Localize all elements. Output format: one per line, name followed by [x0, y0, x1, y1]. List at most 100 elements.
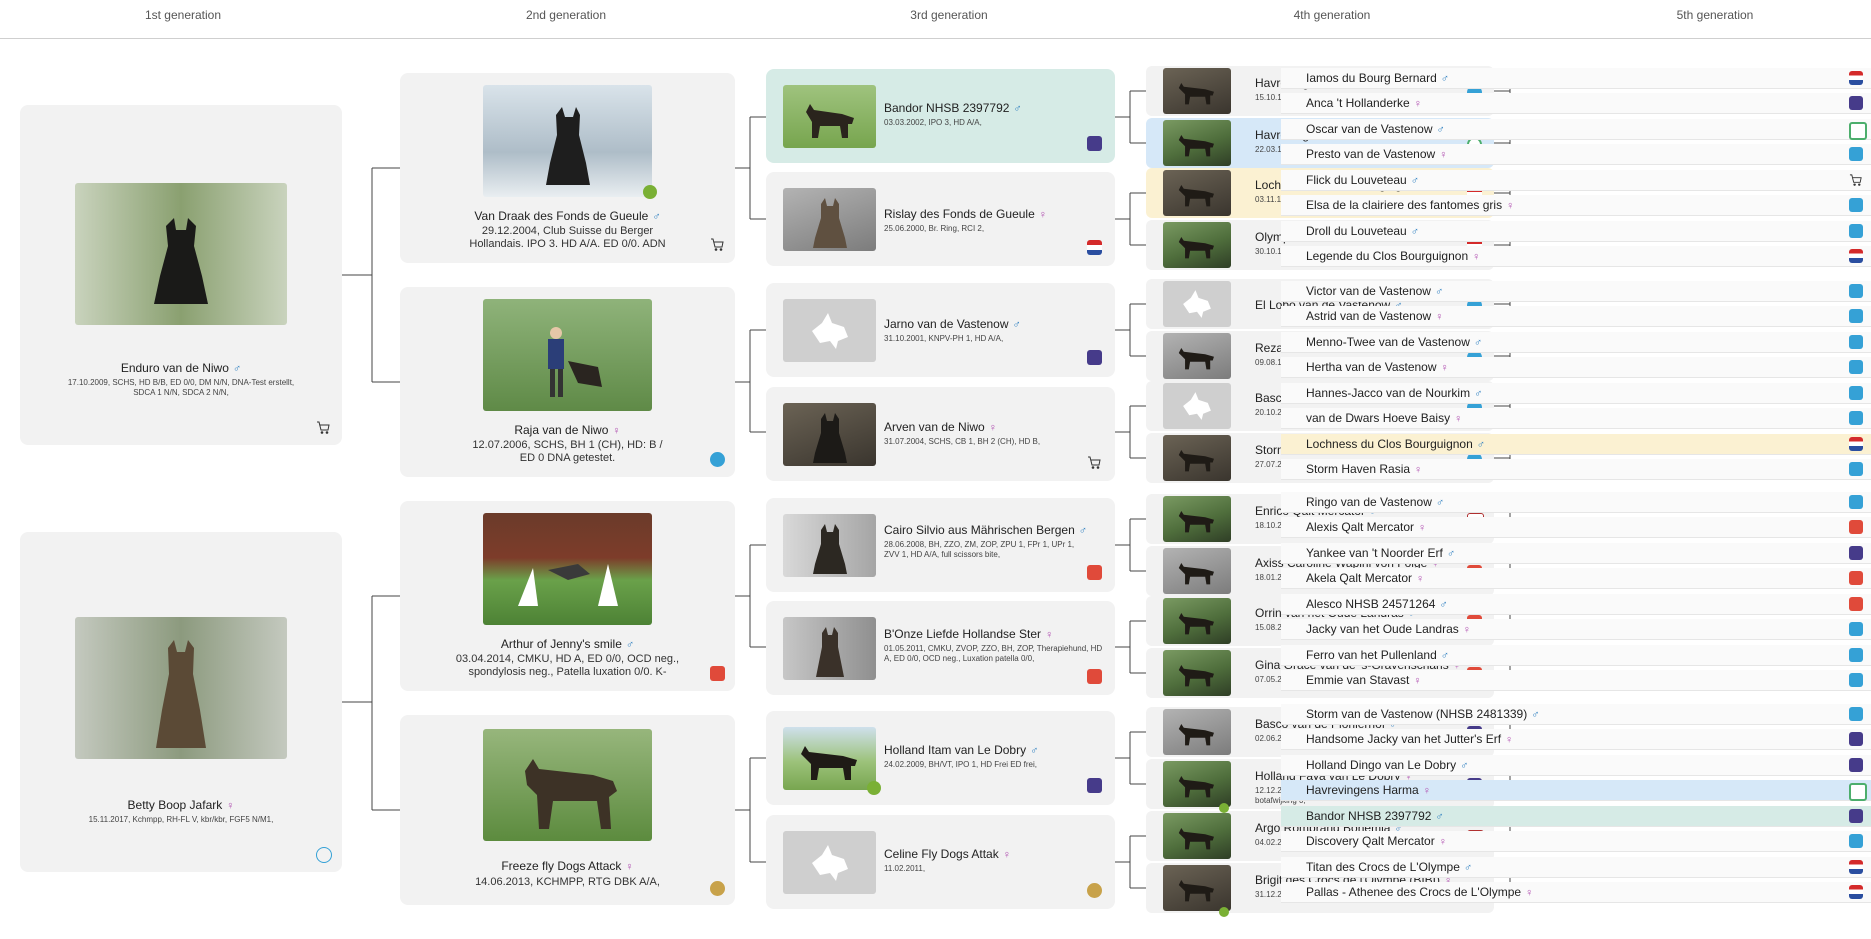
dog-name[interactable]: Yankee van 't Noorder Erf ♂	[1306, 546, 1455, 560]
cart-icon[interactable]	[1849, 173, 1863, 187]
dog-name[interactable]: Raja van de Niwo ♀	[400, 423, 735, 437]
dog-name[interactable]: Emmie van Stavast ♀	[1306, 673, 1422, 687]
club-logo-icon[interactable]	[1849, 96, 1863, 110]
gen3-card[interactable]: Cairo Silvio aus Mährischen Bergen ♂ 28.0…	[766, 498, 1115, 592]
club-logo-icon[interactable]	[1849, 597, 1863, 611]
dog-name[interactable]: Anca 't Hollanderke ♀	[1306, 96, 1422, 110]
dog-name[interactable]: Alesco NHSB 24571264 ♂	[1306, 597, 1448, 611]
club-logo-icon[interactable]	[1849, 571, 1863, 585]
gen5-row[interactable]: Iamos du Bourg Bernard ♂	[1281, 68, 1871, 89]
club-logo-icon[interactable]	[1849, 546, 1863, 560]
dog-name[interactable]: Hertha van de Vastenow ♀	[1306, 360, 1449, 374]
gen5-row[interactable]: Bandor NHSB 2397792 ♂	[1281, 806, 1871, 827]
gen5-row[interactable]: Oscar van de Vastenow ♂	[1281, 119, 1871, 140]
cart-icon[interactable]	[1087, 455, 1102, 470]
club-logo-icon[interactable]	[1849, 520, 1863, 534]
gen5-row[interactable]: Akela Qalt Mercator ♀	[1281, 568, 1871, 589]
gen2-card[interactable]: Arthur of Jenny's smile ♂ 03.04.2014, CMK…	[400, 501, 735, 691]
dog-name[interactable]: Presto van de Vastenow ♀	[1306, 147, 1447, 161]
club-logo-icon[interactable]	[1849, 860, 1863, 874]
gen3-card[interactable]: Jarno van de Vastenow ♂ 31.10.2001, KNPV-…	[766, 283, 1115, 377]
dog-name[interactable]: Droll du Louveteau ♂	[1306, 224, 1419, 238]
gen5-row[interactable]: Lochness du Clos Bourguignon ♂	[1281, 434, 1871, 455]
club-logo-icon[interactable]	[1849, 249, 1863, 263]
dog-photo[interactable]	[1163, 650, 1231, 696]
club-logo-icon[interactable]	[1087, 350, 1102, 365]
dog-name[interactable]: Victor van de Vastenow ♂	[1306, 284, 1443, 298]
club-logo-icon[interactable]	[1849, 360, 1863, 374]
dog-name[interactable]: Titan des Crocs de L'Olympe ♂	[1306, 860, 1472, 874]
dog-photo[interactable]	[1163, 68, 1231, 114]
dog-name[interactable]: Flick du Louveteau ♂	[1306, 173, 1419, 187]
club-logo-icon[interactable]	[1849, 885, 1863, 899]
dog-photo-placeholder[interactable]	[1163, 383, 1231, 429]
dog-name[interactable]: Van Draak des Fonds de Gueule ♂	[400, 209, 735, 223]
gen5-row[interactable]: Storm van de Vastenow (NHSB 2481339) ♂	[1281, 704, 1871, 725]
club-logo-icon[interactable]	[1849, 437, 1863, 451]
gen5-row[interactable]: Holland Dingo van Le Dobry ♂	[1281, 755, 1871, 776]
dog-name[interactable]: Holland Itam van Le Dobry ♂	[884, 743, 1038, 757]
club-logo-icon[interactable]	[1849, 147, 1863, 161]
dog-name[interactable]: Bandor NHSB 2397792 ♂	[884, 101, 1022, 115]
dog-name[interactable]: Storm van de Vastenow (NHSB 2481339) ♂	[1306, 707, 1539, 721]
club-logo-icon[interactable]	[1849, 758, 1863, 772]
dog-photo[interactable]	[483, 299, 652, 411]
flag-icon[interactable]	[1087, 240, 1102, 255]
dog-name[interactable]: Hannes-Jacco van de Nourkim ♂	[1306, 386, 1482, 400]
dog-name[interactable]: Iamos du Bourg Bernard ♂	[1306, 71, 1449, 85]
dog-name[interactable]: Storm Haven Rasia ♀	[1306, 462, 1422, 476]
dog-name[interactable]: Celine Fly Dogs Attak ♀	[884, 847, 1011, 861]
dog-name[interactable]: Elsa de la clairiere des fantomes gris ♀	[1306, 198, 1514, 212]
dog-photo[interactable]	[1163, 120, 1231, 166]
dog-photo[interactable]	[783, 727, 876, 790]
gen5-row[interactable]: Menno-Twee van de Vastenow ♂	[1281, 332, 1871, 353]
dog-photo[interactable]	[1163, 761, 1231, 807]
club-logo-icon[interactable]	[1849, 707, 1863, 721]
dog-photo[interactable]	[1163, 435, 1231, 481]
dog-name[interactable]: Enduro van de Niwo ♂	[20, 361, 342, 375]
gen5-row[interactable]: Ringo van de Vastenow ♂	[1281, 492, 1871, 513]
gen2-card[interactable]: Freeze fly Dogs Attack ♀ 14.06.2013, KCHM…	[400, 715, 735, 905]
gen5-row[interactable]: Havrevingens Harma ♀	[1281, 780, 1871, 801]
gen5-row[interactable]: Presto van de Vastenow ♀	[1281, 144, 1871, 165]
gen5-row[interactable]: Astrid van de Vastenow ♀	[1281, 306, 1871, 327]
gen5-row[interactable]: Droll du Louveteau ♂	[1281, 221, 1871, 242]
video-play-icon[interactable]	[1219, 907, 1229, 917]
dog-name[interactable]: Lochness du Clos Bourguignon♂	[1306, 437, 1485, 451]
club-logo-icon[interactable]	[1087, 136, 1102, 151]
dog-photo[interactable]	[783, 617, 876, 680]
club-logo-icon[interactable]	[1849, 834, 1863, 848]
dog-photo[interactable]	[75, 183, 287, 325]
dog-name[interactable]: Alexis Qalt Mercator ♀	[1306, 520, 1426, 534]
globe-icon[interactable]	[710, 452, 725, 467]
club-logo-icon[interactable]	[1087, 669, 1102, 684]
dog-name[interactable]: Discovery Qalt Mercator ♀	[1306, 834, 1447, 848]
video-play-icon[interactable]	[643, 185, 657, 199]
dog-photo[interactable]	[783, 514, 876, 577]
dog-photo[interactable]	[1163, 865, 1231, 911]
dog-photo[interactable]	[1163, 709, 1231, 755]
gen3-card[interactable]: Celine Fly Dogs Attak ♀ 11.02.2011,	[766, 815, 1115, 909]
dog-name[interactable]: Jacky van het Oude Landras ♀	[1306, 622, 1471, 636]
club-logo-icon[interactable]	[1087, 778, 1102, 793]
dog-name[interactable]: Legende du Clos Bourguignon ♀	[1306, 249, 1480, 263]
club-logo-icon[interactable]	[1849, 622, 1863, 636]
club-logo-icon[interactable]	[1849, 673, 1863, 687]
dog-name[interactable]: Pallas - Athenee des Crocs de L'Olympe ♀	[1306, 885, 1533, 899]
gen5-row[interactable]: Ferro van het Pullenland ♂	[1281, 645, 1871, 666]
gen5-row[interactable]: Flick du Louveteau ♂	[1281, 170, 1871, 191]
gen5-row[interactable]: Yankee van 't Noorder Erf ♂	[1281, 543, 1871, 564]
dog-photo[interactable]	[1163, 813, 1231, 859]
kennel-club-logo-icon[interactable]	[316, 847, 332, 863]
club-logo-icon[interactable]	[1849, 783, 1867, 801]
gen3-card[interactable]: Bandor NHSB 2397792 ♂ 03.03.2002, IPO 3, …	[766, 69, 1115, 163]
gen5-row[interactable]: Jacky van het Oude Landras ♀	[1281, 619, 1871, 640]
gen5-row[interactable]: Victor van de Vastenow ♂	[1281, 281, 1871, 302]
club-seal-icon[interactable]	[710, 881, 725, 896]
video-play-icon[interactable]	[1219, 803, 1229, 813]
dog-photo[interactable]	[483, 513, 652, 625]
dog-photo[interactable]	[483, 729, 652, 841]
dog-photo[interactable]	[1163, 170, 1231, 216]
dog-name[interactable]: Akela Qalt Mercator ♀	[1306, 571, 1424, 585]
dog-photo[interactable]	[1163, 333, 1231, 379]
